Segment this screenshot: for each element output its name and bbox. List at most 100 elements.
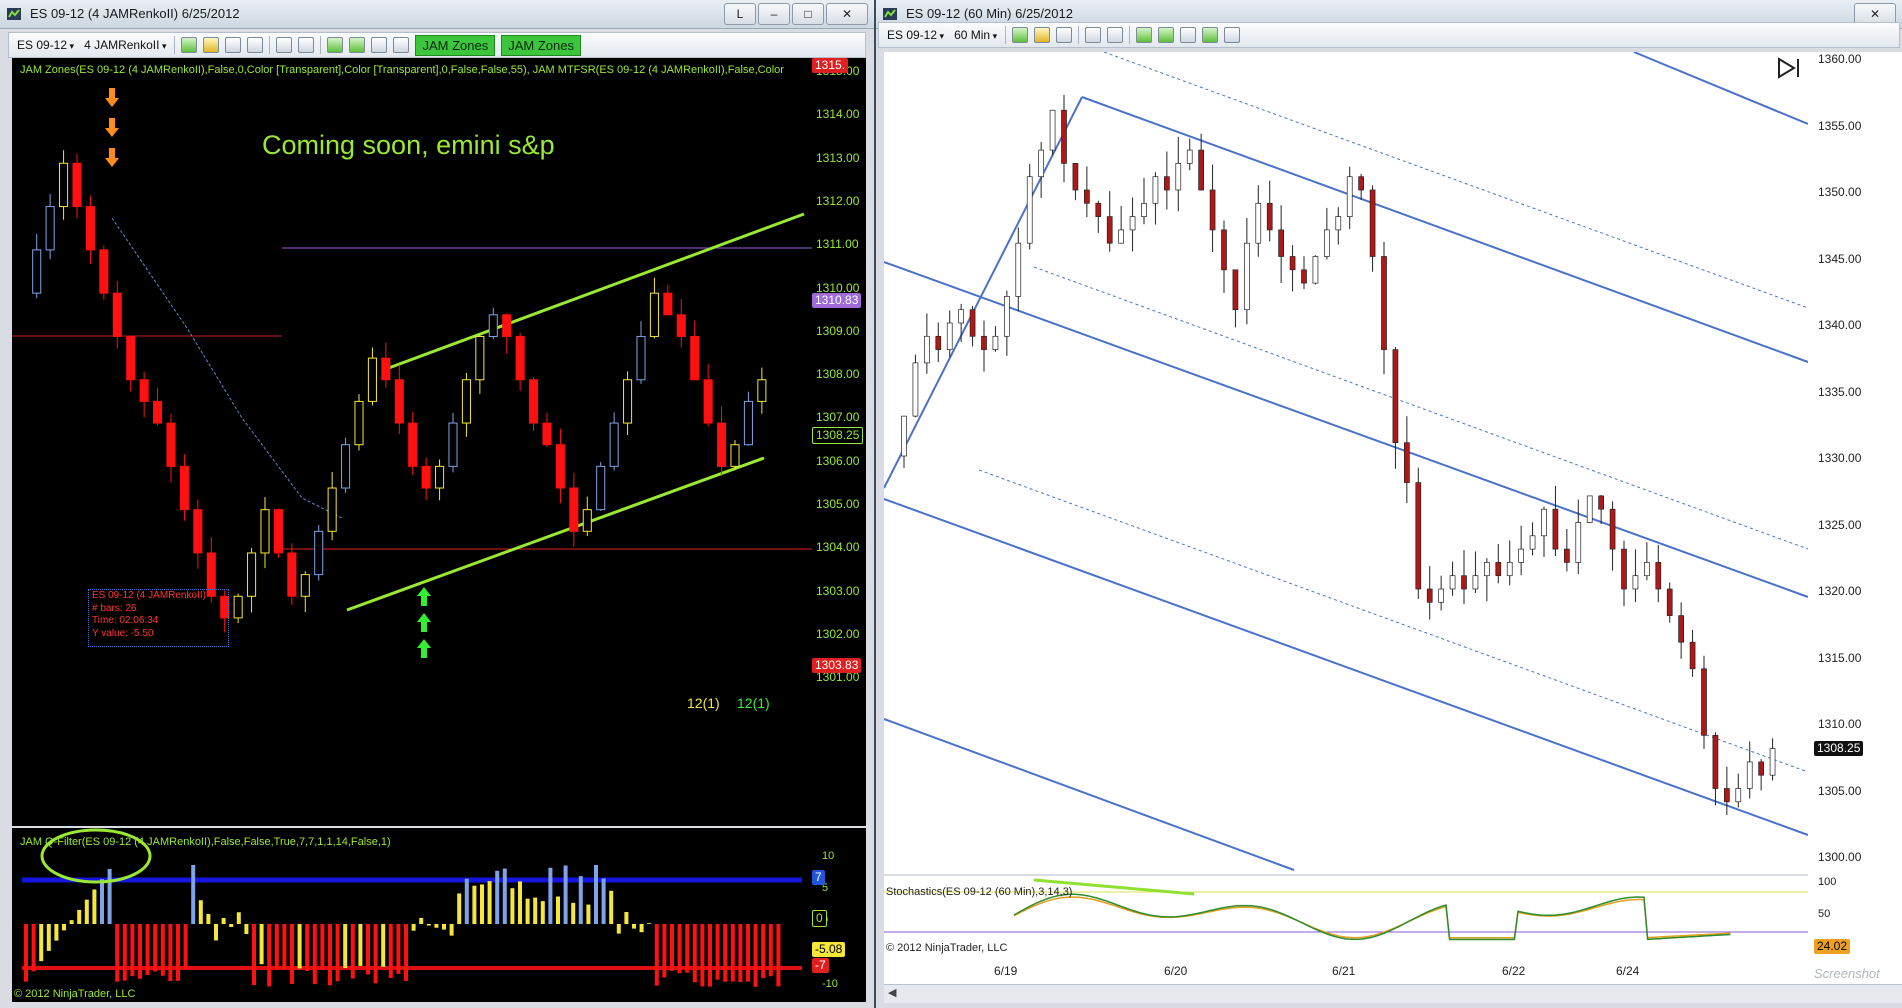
pointer-icon[interactable] [1085,27,1102,43]
candle-body [1689,641,1696,670]
q-marker-value: -5.08 [812,942,846,957]
data-box-icon[interactable] [393,37,410,53]
price-tick-label: 1314.00 [816,107,860,122]
price-marker-lower: 1303.83 [812,658,862,673]
data-box-icon[interactable] [1224,27,1241,43]
price-tick-label: 1345.00 [1818,251,1862,266]
stochastics-panel[interactable]: Stochastics(ES 09-12 (60 Min),3,14,3) © … [884,876,1808,960]
indicator-icon[interactable] [1158,27,1175,43]
date-tick-label: 6/24 [1616,964,1640,978]
hourly-price-axis[interactable]: 1360.00 1355.00 1350.00 1345.00 1340.00 1335.… [1808,52,1902,960]
candle-body [1644,562,1650,577]
time-axis[interactable]: 6/19 6/20 6/21 6/22 6/24 Screenshot [884,960,1902,984]
pencil-icon[interactable] [1034,27,1051,43]
date-tick-label: 6/20 [1164,964,1188,978]
candle-body [1632,575,1639,590]
candle-body [1495,562,1502,577]
instrument-selector[interactable]: ES 09-12 [885,28,946,42]
channel-dashed-1 [1103,52,1808,309]
candle-body [1746,761,1753,789]
candle-body [1118,229,1124,244]
renko-price-axis[interactable]: 1315.001314.001313.001312.001311.001310.… [812,58,866,826]
zoom-icon[interactable] [298,37,315,53]
candle-body [1346,176,1353,217]
renko-bar [112,292,122,337]
toolbar-separator [1078,26,1080,44]
jam-zones-button-2[interactable]: JAM Zones [501,34,581,56]
q-filter-tick-label: 10 [822,850,835,862]
candle-body [1061,109,1067,164]
instrument-selector[interactable]: ES 09-12 [15,38,76,52]
candle-body [1529,535,1536,550]
left-chart-window: ES 09-12 (4 JAMRenkoII) 6/25/2012 L ‒ □ … [0,0,874,1008]
properties-icon[interactable] [1180,27,1197,43]
toolbar-separator [174,36,176,54]
renko-bar [300,574,310,597]
pointer-icon[interactable] [276,37,293,53]
renko-bar [85,206,95,251]
candle-body [1209,189,1216,231]
candle-body [1484,562,1490,577]
stochastics-tick-label: 100 [1818,876,1837,888]
renko-price-panel[interactable]: JAM Zones(ES 09-12 (4 JAMRenkoII),False,… [12,58,812,826]
bar-type-icon[interactable] [1012,27,1029,43]
crosshair-icon[interactable] [225,37,242,53]
candle-body [1084,189,1090,204]
channel-lower-line [884,498,1808,836]
signal-arrow-down [105,88,119,107]
price-tick-label: 1306.00 [816,453,860,468]
channel-outer-lower-line [884,718,1295,871]
candle-body [1004,296,1010,337]
strategy-icon[interactable] [1136,27,1153,43]
renko-bar [542,422,552,446]
period-selector[interactable]: 60 Min [952,28,999,42]
renko-bar [287,552,297,597]
toolbar-separator [1129,26,1131,44]
last-price-marker: 1308.25 [1814,741,1864,756]
zoom-icon[interactable] [1107,27,1124,43]
crosshair-icon[interactable] [1056,27,1073,43]
link-button[interactable]: L [724,3,756,25]
horizontal-scrollbar[interactable]: ◀ [884,984,1902,1003]
price-tick-label: 1313.00 [816,150,860,165]
chart-annotation: Coming soon, emini s&p [262,130,555,160]
renko-bar [179,465,189,511]
bar-counter-yellow: 12(1) [687,695,720,711]
price-marker-top: 1315. [812,58,849,73]
q-filter-axis[interactable]: 1050-5-10 7 0 -5.08 -7 [812,828,866,1002]
q-filter-panel[interactable]: JAM Q-Filter(ES 09-12 (4 JAMRenkoII),Fal… [12,828,812,1002]
candle-body [1449,575,1456,590]
renko-bar [421,465,431,489]
candle-body [1404,442,1410,483]
renko-bar [757,379,767,402]
bar-type-icon[interactable] [181,37,198,53]
renko-bar [99,249,109,294]
q-filter-label: JAM Q-Filter(ES 09-12 (4 JAMRenkoII),Fal… [20,836,391,848]
candle-body [1392,349,1399,444]
hourly-price-panel[interactable] [884,52,1808,874]
candle-body [1415,482,1422,590]
jam-zones-button-1[interactable]: JAM Zones [415,34,496,56]
candle-body [1552,508,1559,550]
close-button[interactable]: ✕ [826,3,868,25]
scroll-left-arrow[interactable]: ◀ [888,986,896,999]
price-tick-label: 1308.00 [816,367,860,382]
scroll-to-end-icon[interactable] [1776,56,1802,80]
candle-body [1278,229,1284,257]
screenshot-watermark: Screenshot [1814,966,1880,981]
period-selector[interactable]: 4 JAMRenkoII [82,38,168,52]
strategy-icon[interactable] [327,37,344,53]
price-tick-label: 1312.00 [816,193,860,208]
pencil-icon[interactable] [203,37,220,53]
maximize-button[interactable]: □ [792,3,824,25]
indicator-icon[interactable] [349,37,366,53]
renko-bar [623,379,633,424]
money-icon[interactable] [1202,27,1219,43]
minimize-button[interactable]: ‒ [758,3,790,25]
renko-bar [381,357,391,381]
candle-body [1735,788,1742,803]
ruler-icon[interactable] [247,37,264,53]
candle-body [1255,202,1262,244]
properties-icon[interactable] [371,37,388,53]
signal-arrow-up [417,639,431,658]
